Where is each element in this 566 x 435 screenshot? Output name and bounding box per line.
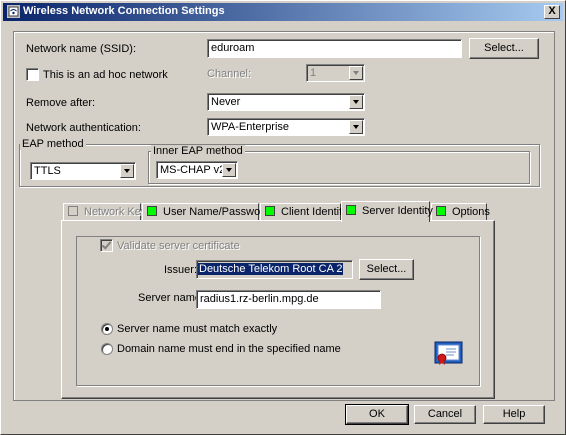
channel-select[interactable]: 1 [306,64,365,82]
tab-indicator-icon [265,206,275,216]
server-name-input[interactable]: radius1.rz-berlin.mpg.de [196,290,381,309]
chevron-down-icon [349,95,363,109]
server-identity-frame [76,236,480,386]
tab-client-identity[interactable]: Client Identity [260,203,348,221]
server-name-label: Server name: [138,292,205,304]
tab-server-identity[interactable]: Server Identity [341,201,433,222]
radio-domain-match[interactable] [101,343,113,355]
eap-method-group-label: EAP method [20,138,86,150]
chevron-down-icon [349,120,363,134]
network-auth-label: Network authentication: [26,122,141,134]
radio-domain-label: Domain name must end in the specified na… [117,343,341,355]
network-auth-select[interactable]: WPA-Enterprise [207,118,365,136]
tab-label: User Name/Password [163,206,270,218]
server-identity-panel: Validate server certificate Issuer: Deut… [61,220,495,399]
tab-indicator-icon [147,206,157,216]
tab-indicator-icon [68,206,78,216]
remove-after-select[interactable]: Never [207,93,365,111]
validate-cert-label: Validate server certificate [117,240,240,252]
chevron-down-icon [349,66,363,80]
eap-method-select[interactable]: TTLS [30,162,136,180]
tab-options[interactable]: Options [431,203,490,221]
inner-eap-group-label: Inner EAP method [151,145,245,157]
ssid-input[interactable]: eduroam [207,39,462,58]
chevron-down-icon [120,164,134,178]
issuer-field[interactable]: Deutsche Telekom Root CA 2 [196,260,353,279]
ok-button[interactable]: OK [345,404,409,425]
eap-method-value: TTLS [34,165,61,177]
inner-eap-value: MS-CHAP v2 [160,164,226,176]
ssid-select-button[interactable]: Select... [469,38,539,59]
channel-value: 1 [310,67,317,79]
channel-label: Channel: [207,68,252,80]
issuer-select-button[interactable]: Select... [359,259,414,280]
window-title: Wireless Network Connection Settings [23,5,225,17]
tab-label: Client Identity [281,206,348,218]
help-button[interactable]: Help [483,405,545,424]
title-bar[interactable]: Wireless Network Connection Settings X [3,3,563,21]
tab-label: Network Key [84,206,147,218]
network-auth-value: WPA-Enterprise [211,121,290,133]
issuer-value: Deutsche Telekom Root CA 2 [198,263,344,275]
tab-indicator-icon [436,206,446,216]
radio-exact-match[interactable] [101,323,113,335]
remove-after-label: Remove after: [26,97,96,109]
validate-cert-checkbox[interactable] [100,239,113,252]
settings-dialog: Wireless Network Connection Settings X N… [0,0,566,435]
close-button[interactable]: X [544,5,560,19]
tab-label: Server Identity [362,205,433,217]
certificate-icon [434,341,463,365]
chevron-down-icon [222,163,236,177]
tab-user-name-password[interactable]: User Name/Password [142,203,270,221]
tab-network-key[interactable]: Network Key [63,203,146,221]
wireless-icon [7,5,20,18]
issuer-label: Issuer: [164,264,198,276]
radio-exact-label: Server name must match exactly [117,323,278,335]
tab-label: Options [452,206,490,218]
tab-indicator-icon [346,205,356,215]
ssid-label: Network name (SSID): [26,43,137,55]
adhoc-label: This is an ad hoc network [43,69,168,81]
adhoc-checkbox[interactable] [26,68,39,81]
inner-eap-select[interactable]: MS-CHAP v2 [156,161,238,179]
cancel-button[interactable]: Cancel [414,405,476,424]
remove-after-value: Never [211,96,241,108]
